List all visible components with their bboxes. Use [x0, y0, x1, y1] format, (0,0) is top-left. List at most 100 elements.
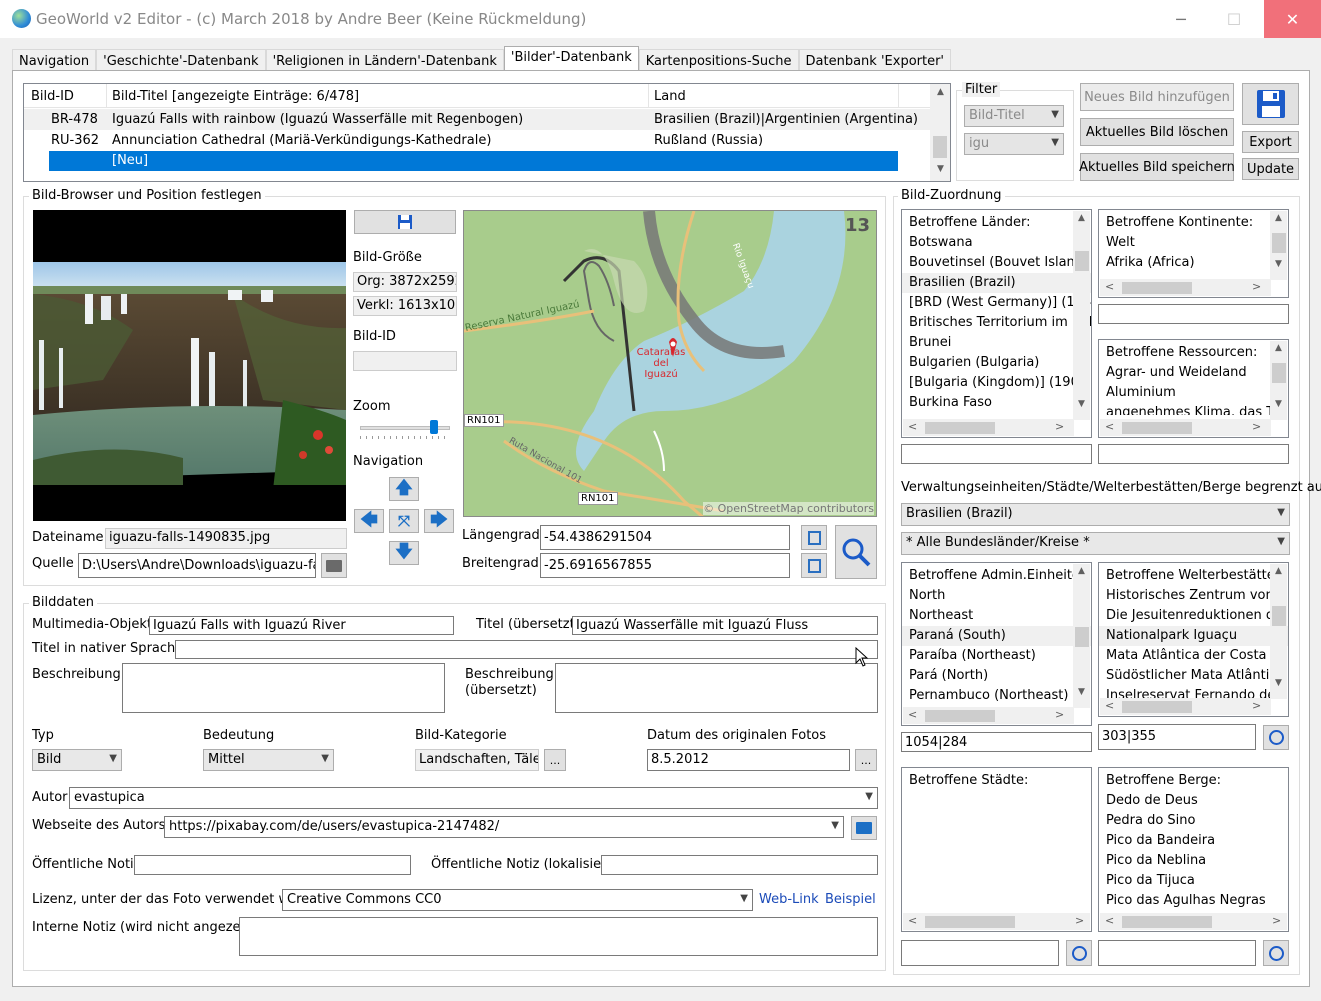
list-item[interactable]: Historisches Zentrum von G — [1099, 586, 1288, 606]
list-item[interactable]: Burkina Faso — [902, 393, 1091, 413]
list-item[interactable]: Aluminium — [1099, 383, 1288, 403]
vertical-scrollbar[interactable]: ▲ ▼ — [1270, 341, 1287, 420]
list-item[interactable]: Pico da Neblina — [1099, 851, 1288, 871]
close-button[interactable]: ✕ — [1264, 0, 1321, 38]
pan-up-button[interactable]: 🡅 — [389, 477, 419, 501]
list-item[interactable]: Dedo de Deus — [1099, 791, 1288, 811]
list-item[interactable]: Pará (North) — [902, 666, 1091, 686]
horizontal-scrollbar[interactable]: < > — [1100, 419, 1271, 436]
grid-scrollbar[interactable]: ▲ ▼ — [930, 84, 950, 181]
list-item[interactable]: Bulgarien (Bulgaria) — [902, 353, 1091, 373]
horizontal-scrollbar[interactable]: < > — [1100, 913, 1287, 930]
example-link[interactable]: Beispiel — [825, 892, 876, 907]
horizontal-scrollbar[interactable]: < > — [903, 707, 1074, 724]
list-item[interactable]: angenehmes Klima, das To — [1099, 403, 1288, 415]
list-item-selected[interactable]: Brasilien (Brazil) — [902, 273, 1091, 293]
scroll-thumb[interactable] — [1075, 251, 1089, 271]
list-item[interactable]: Welt — [1099, 233, 1288, 253]
list-item[interactable]: Pico das Agulhas Negras — [1099, 891, 1288, 911]
scroll-thumb[interactable] — [1075, 627, 1089, 647]
pan-left-button[interactable]: 🡄 — [354, 509, 384, 533]
scroll-thumb[interactable] — [925, 916, 1015, 928]
continents-list[interactable]: Betroffene Kontinente: Welt Afrika (Afri… — [1098, 209, 1289, 298]
list-item[interactable]: Afrika (Africa) — [1099, 253, 1288, 273]
cities-list[interactable]: Betroffene Städte: < > — [901, 767, 1092, 932]
save-image-button[interactable]: Aktuelles Bild speichern — [1079, 153, 1235, 181]
photo-preview[interactable] — [33, 210, 346, 521]
list-item[interactable]: [Bulgaria (Kingdom)] (1908 — [902, 373, 1091, 393]
cities-locate-button[interactable] — [1066, 940, 1092, 966]
browse-source-button[interactable] — [321, 553, 347, 578]
mountains-locate-button[interactable] — [1263, 940, 1289, 966]
tab-religionen[interactable]: 'Religionen in Ländern'-Datenbank — [265, 49, 504, 71]
license-select[interactable]: Creative Commons CC0 ▼ — [282, 889, 753, 911]
admin-units-id-field[interactable]: 1054|284 — [901, 732, 1092, 752]
list-item[interactable]: Northeast — [902, 606, 1091, 626]
paste-coords-button[interactable] — [801, 553, 827, 578]
source-field[interactable]: D:\Users\Andre\Downloads\iguazu-fall: — [78, 553, 316, 578]
scroll-thumb[interactable] — [933, 136, 947, 158]
cities-id-field[interactable] — [901, 940, 1059, 966]
list-item[interactable]: Paraíba (Northeast) — [902, 646, 1091, 666]
minimize-button[interactable]: ─ — [1158, 0, 1204, 38]
filter-field-select[interactable]: Bild-Titel ▼ — [964, 105, 1064, 127]
scroll-thumb[interactable] — [1272, 606, 1286, 626]
resources-filter-field[interactable] — [1098, 444, 1289, 464]
list-item[interactable]: Botswana — [902, 233, 1091, 253]
title-translated-field[interactable]: Iguazú Wasserfälle mit Iguazú Fluss — [572, 616, 878, 635]
list-item[interactable]: [BRD (West Germany)] (1949 — [902, 293, 1091, 313]
description-translated-field[interactable] — [555, 663, 878, 713]
list-item[interactable]: Pedra do Sino — [1099, 811, 1288, 831]
limit-region-select[interactable]: * Alle Bundesländer/Kreise * ▼ — [901, 532, 1290, 555]
admin-units-list[interactable]: Betroffene Admin.Einheiten North Northea… — [901, 562, 1092, 726]
vertical-scrollbar[interactable]: ▲ ▼ — [1270, 211, 1287, 280]
list-item[interactable]: Pico da Bandeira — [1099, 831, 1288, 851]
world-heritage-locate-button[interactable] — [1263, 725, 1289, 750]
col-header-title[interactable]: Bild-Titel [angezeigte Einträge: 6/478] — [112, 89, 359, 104]
date-picker-button[interactable]: ... — [855, 749, 877, 771]
list-item[interactable]: Britisches Territorium im Indi — [902, 313, 1091, 333]
list-item[interactable]: Brunei — [902, 333, 1091, 353]
table-row-selected[interactable] — [49, 151, 898, 171]
horizontal-scrollbar[interactable]: < > — [1100, 279, 1271, 296]
scroll-thumb[interactable] — [1122, 422, 1192, 434]
col-header-country[interactable]: Land — [654, 89, 686, 104]
export-button[interactable]: Export — [1242, 131, 1299, 153]
horizontal-scrollbar[interactable]: < > — [903, 913, 1090, 930]
list-item[interactable]: Südöstlicher Mata Atlântica — [1099, 666, 1288, 686]
tab-navigation[interactable]: Navigation — [12, 49, 97, 71]
web-link[interactable]: Web-Link — [759, 892, 819, 907]
vertical-scrollbar[interactable]: ▲ ▼ — [1270, 564, 1287, 699]
scroll-thumb[interactable] — [1122, 282, 1192, 294]
native-title-field[interactable] — [175, 640, 878, 659]
pan-down-button[interactable]: 🡇 — [389, 541, 419, 565]
mountains-list[interactable]: Betroffene Berge: Dedo de Deus Pedra do … — [1098, 767, 1289, 932]
scroll-thumb[interactable] — [1272, 363, 1286, 383]
public-note-field[interactable] — [134, 855, 411, 875]
photo-save-button[interactable] — [354, 210, 456, 234]
importance-select[interactable]: Mittel ▼ — [203, 749, 334, 771]
list-item[interactable]: North — [902, 586, 1091, 606]
fit-view-button[interactable]: ⤧ — [389, 509, 419, 533]
continents-filter-field[interactable] — [1098, 304, 1289, 324]
author-select[interactable]: evastupica ▼ — [69, 787, 878, 809]
list-item[interactable]: Pico da Tijuca — [1099, 871, 1288, 891]
countries-filter-field[interactable] — [901, 444, 1092, 464]
description-field[interactable] — [122, 663, 445, 713]
list-item[interactable]: Agrar- und Weideland — [1099, 363, 1288, 383]
tab-kartenpositions-suche[interactable]: Kartenpositions-Suche — [638, 49, 799, 71]
zoom-slider-thumb[interactable] — [429, 420, 438, 434]
public-note-localized-field[interactable] — [601, 855, 878, 875]
list-item[interactable]: Pernambuco (Northeast) — [902, 686, 1091, 706]
filter-value-select[interactable]: igu ▼ — [964, 133, 1064, 155]
world-heritage-list[interactable]: Betroffene Welterbestätten: Historisches… — [1098, 562, 1289, 717]
mountains-id-field[interactable] — [1098, 940, 1256, 966]
map-view[interactable]: 13 Cataratas del Iguazú RN101 RN101 Rese… — [463, 210, 877, 517]
update-button[interactable]: Update — [1242, 158, 1299, 180]
horizontal-scrollbar[interactable]: < > — [903, 419, 1074, 436]
scroll-up-icon[interactable]: ▲ — [932, 87, 949, 97]
new-image-button[interactable]: Neues Bild hinzufügen — [1080, 83, 1234, 111]
list-item[interactable]: Mata Atlântica der Costa do — [1099, 646, 1288, 666]
countries-list[interactable]: Betroffene Länder: Botswana Bouvetinsel … — [901, 209, 1092, 438]
open-website-button[interactable] — [851, 816, 877, 840]
